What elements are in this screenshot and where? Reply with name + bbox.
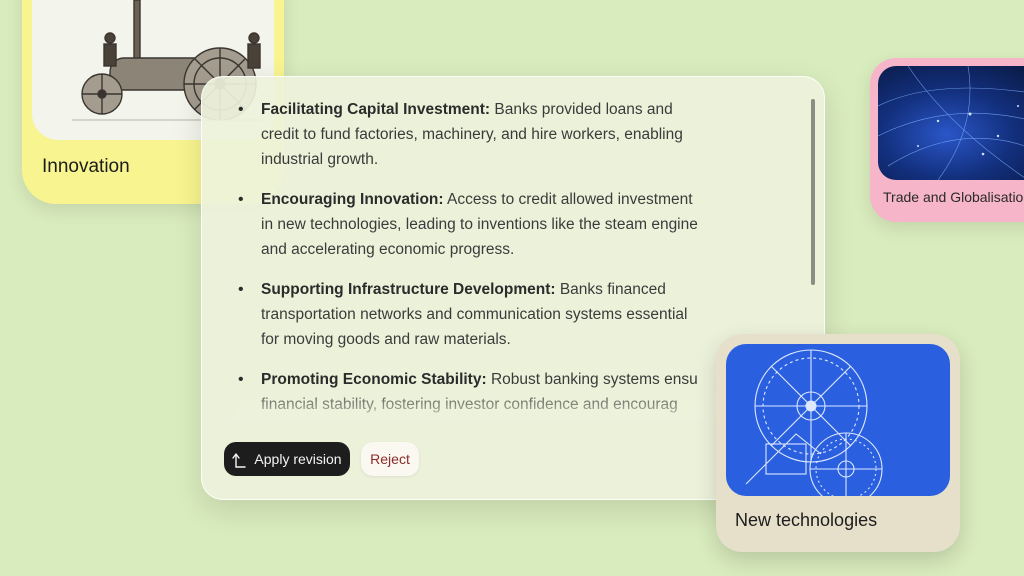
item-text: for moving goods and raw materials.	[261, 331, 511, 348]
gear-blueprint-image	[726, 344, 950, 496]
item-text: financial stability, fostering investor …	[261, 396, 678, 413]
earth-network-image	[878, 66, 1024, 180]
reject-label: Reject	[370, 451, 410, 467]
list-item: • Facilitating Capital Investment: Banks…	[234, 97, 754, 172]
new-technologies-card[interactable]: New technologies	[716, 334, 960, 552]
trade-globalisation-card[interactable]: Trade and Globalisation	[870, 58, 1024, 222]
bullet-icon: •	[238, 281, 244, 298]
apply-revision-button[interactable]: Apply revision	[224, 442, 350, 476]
item-text: Robust banking systems ensu	[490, 371, 698, 388]
innovation-card-label: Innovation	[42, 156, 130, 177]
bullet-icon: •	[238, 191, 244, 208]
apply-arrow-icon	[232, 450, 248, 468]
item-title: Encouraging Innovation:	[261, 191, 444, 208]
item-text: Banks provided loans and	[494, 101, 673, 118]
item-text: Banks financed	[559, 281, 666, 298]
reject-button[interactable]: Reject	[361, 442, 419, 476]
list-item: • Encouraging Innovation: Access to cred…	[234, 187, 754, 262]
list-item: • Supporting Infrastructure Development:…	[234, 277, 754, 352]
item-text: in new technologies, leading to inventio…	[261, 216, 698, 233]
item-title: Supporting Infrastructure Development:	[261, 281, 556, 298]
item-text: credit to fund factories, machinery, and…	[261, 126, 683, 143]
item-text: Access to credit allowed investment	[447, 191, 693, 208]
apply-revision-label: Apply revision	[254, 451, 342, 467]
bullet-icon: •	[238, 101, 244, 118]
item-text: industrial growth.	[261, 151, 379, 168]
item-text: and accelerating economic progress.	[261, 241, 515, 258]
bullet-icon: •	[238, 371, 244, 388]
item-title: Facilitating Capital Investment:	[261, 101, 491, 118]
item-title: Promoting Economic Stability:	[261, 371, 487, 388]
item-text: transportation networks and communicatio…	[261, 306, 688, 323]
list-item: • Promoting Economic Stability: Robust b…	[234, 367, 754, 417]
new-technologies-label: New technologies	[735, 510, 878, 530]
trade-globalisation-label: Trade and Globalisation	[883, 189, 1024, 205]
scrollbar[interactable]	[811, 99, 815, 285]
revision-list: • Facilitating Capital Investment: Banks…	[234, 97, 754, 419]
